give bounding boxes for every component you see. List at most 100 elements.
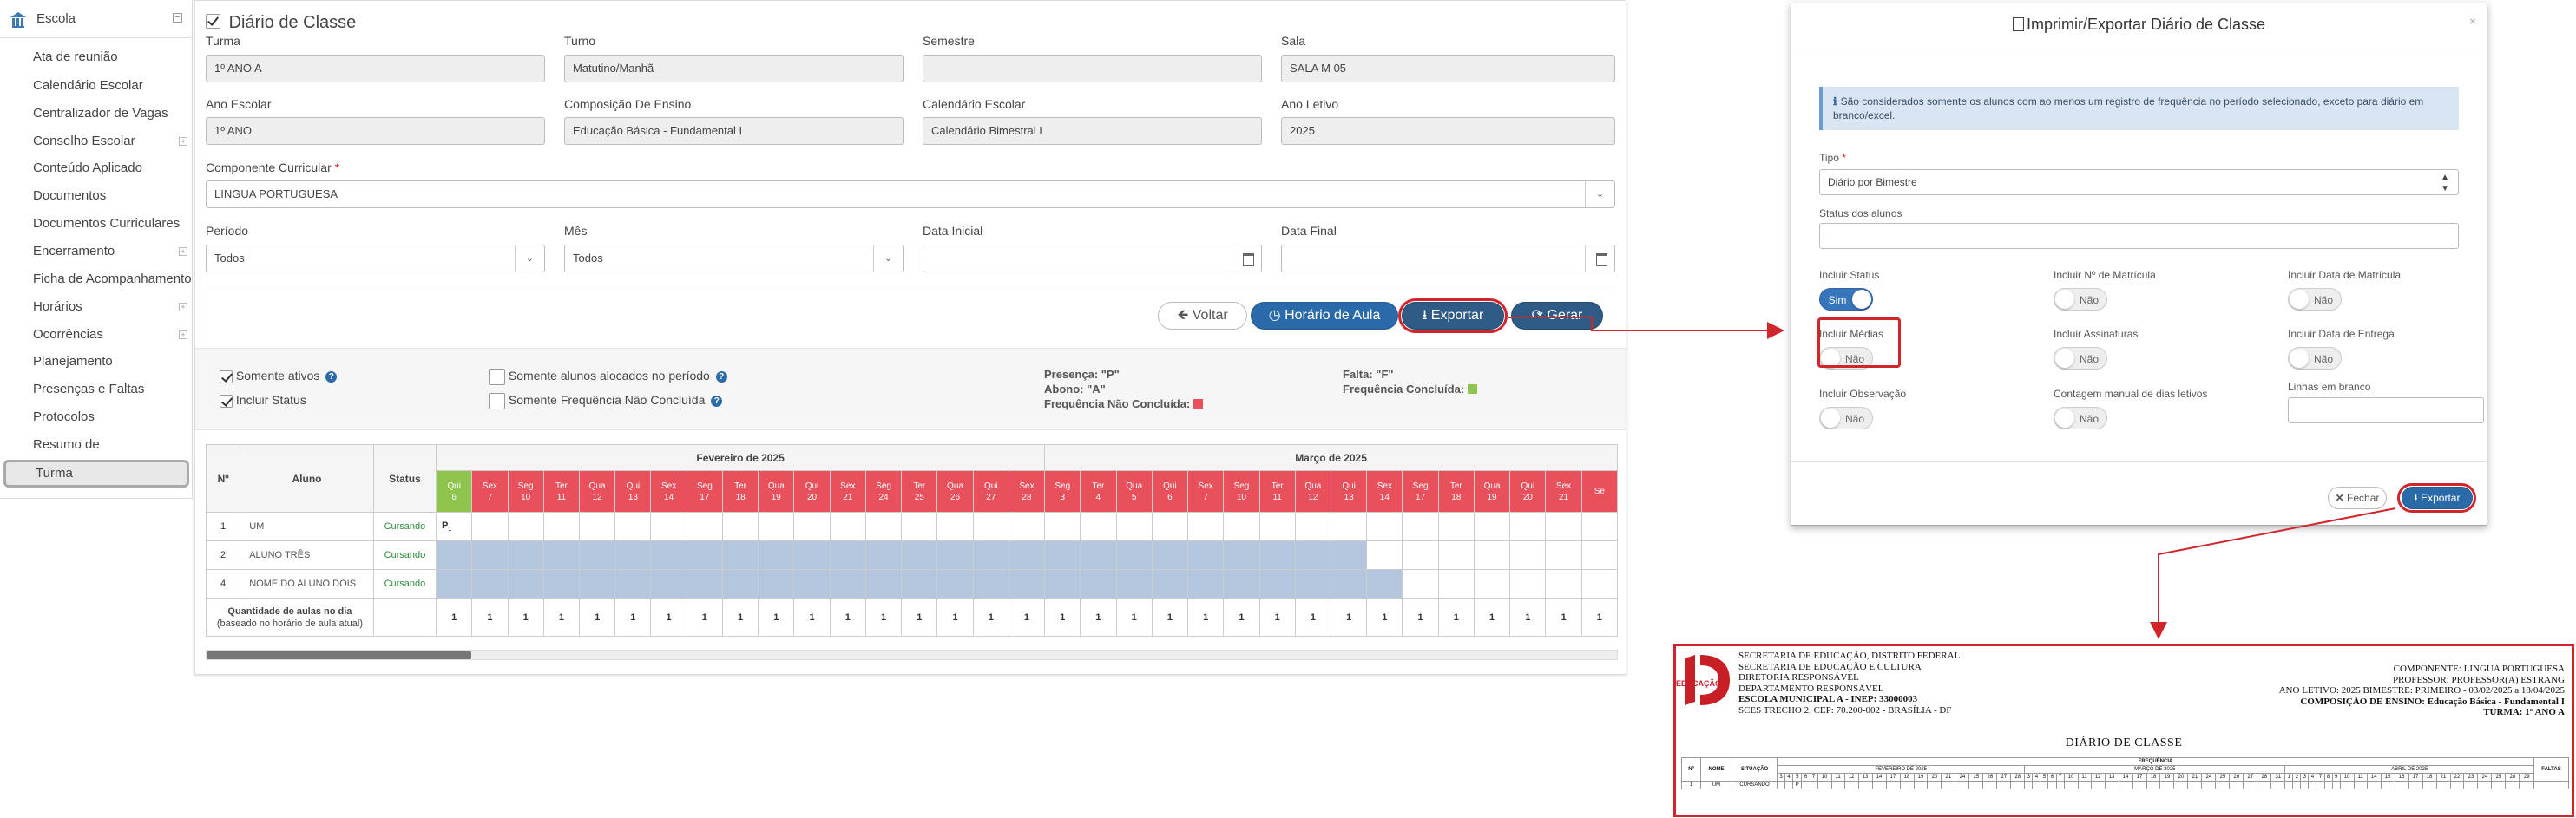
qtd-cell[interactable]: 1 xyxy=(1331,598,1368,637)
attendance-cell[interactable] xyxy=(1258,540,1296,570)
attendance-cell[interactable] xyxy=(1331,512,1368,541)
attendance-cell[interactable] xyxy=(936,569,974,599)
attendance-cell[interactable] xyxy=(1080,540,1117,570)
chevron-down-icon[interactable]: ⌄ xyxy=(1585,181,1614,207)
periodo-select[interactable]: Todos ⌄ xyxy=(206,245,545,272)
attendance-cell[interactable] xyxy=(507,540,544,570)
sidebar-item-planejamento[interactable]: Planejamento xyxy=(33,350,113,373)
qtd-cell[interactable]: 1 xyxy=(1294,598,1332,637)
qtd-cell[interactable]: 1 xyxy=(1115,598,1153,637)
day-header[interactable]: Sex 21 xyxy=(1545,470,1582,513)
calendario-field[interactable]: Calendário Bimestral I xyxy=(923,117,1262,145)
attendance-cell[interactable] xyxy=(1545,540,1582,570)
qtd-cell[interactable]: 1 xyxy=(901,598,938,637)
qtd-cell[interactable]: 1 xyxy=(972,598,1009,637)
somente-ativos-checkbox[interactable]: Somente ativos ? xyxy=(220,369,338,383)
attendance-cell[interactable] xyxy=(901,512,938,541)
close-icon[interactable]: × xyxy=(2469,14,2476,28)
day-header[interactable]: Sex 14 xyxy=(650,470,687,513)
qtd-cell[interactable]: 1 xyxy=(542,598,580,637)
attendance-cell[interactable] xyxy=(1080,512,1117,541)
attendance-cell[interactable] xyxy=(1115,569,1153,599)
attendance-cell[interactable] xyxy=(972,540,1009,570)
row-aluno[interactable]: NOME DO ALUNO DOIS xyxy=(240,569,374,599)
day-header[interactable]: Seg 17 xyxy=(686,470,724,513)
toggle-switch[interactable]: Não xyxy=(2288,288,2342,311)
qtd-cell[interactable]: 1 xyxy=(507,598,544,637)
tipo-select[interactable]: Diário por Bimestre ▲ ▼ xyxy=(1819,169,2459,195)
qtd-cell[interactable]: 1 xyxy=(1580,598,1618,637)
attendance-cell[interactable] xyxy=(542,512,580,541)
expand-plus-icon[interactable]: + xyxy=(179,137,187,146)
collapse-icon[interactable]: − xyxy=(173,13,182,23)
attendance-cell[interactable] xyxy=(1294,512,1332,541)
attendance-cell[interactable] xyxy=(436,569,473,599)
qtd-cell[interactable]: 1 xyxy=(936,598,974,637)
day-header[interactable]: Sex 14 xyxy=(1366,470,1403,513)
day-header[interactable]: Ter 18 xyxy=(721,470,759,513)
attendance-cell[interactable] xyxy=(1473,569,1511,599)
attendance-cell[interactable] xyxy=(1115,540,1153,570)
chevron-down-icon[interactable]: ⌄ xyxy=(873,245,903,272)
attendance-cell[interactable] xyxy=(507,569,544,599)
sala-field[interactable]: SALA M 05 xyxy=(1281,55,1615,82)
checkbox[interactable] xyxy=(489,393,505,409)
attendance-cell[interactable] xyxy=(686,540,724,570)
attendance-cell[interactable] xyxy=(793,540,831,570)
day-header[interactable]: Ter 4 xyxy=(1080,470,1117,513)
toggle-switch[interactable]: Sim xyxy=(1819,288,1873,311)
attendance-cell[interactable] xyxy=(614,540,652,570)
attendance-cell[interactable] xyxy=(1402,540,1439,570)
day-header[interactable]: Se xyxy=(1580,470,1618,513)
row-aluno[interactable]: ALUNO TRÊS xyxy=(240,540,374,570)
toggle-switch[interactable]: Não xyxy=(2054,407,2107,429)
attendance-cell[interactable] xyxy=(650,512,687,541)
day-header[interactable]: Qui 6 xyxy=(1151,470,1189,513)
attendance-cell[interactable] xyxy=(1580,569,1618,599)
checkbox[interactable] xyxy=(220,394,233,408)
sidebar-item-conte-do-aplicado[interactable]: Conteúdo Aplicado xyxy=(33,157,142,180)
attendance-cell[interactable] xyxy=(721,512,759,541)
attendance-cell[interactable] xyxy=(793,569,831,599)
voltar-button[interactable]: 🡸 Voltar xyxy=(1158,302,1247,330)
attendance-cell[interactable] xyxy=(1545,512,1582,541)
incluir-status-checkbox[interactable]: Incluir Status xyxy=(220,393,306,408)
qtd-cell[interactable]: 1 xyxy=(829,598,866,637)
day-header[interactable]: Qui 13 xyxy=(1331,470,1368,513)
calendar-icon[interactable] xyxy=(1585,245,1614,272)
ano-letivo-field[interactable]: 2025 xyxy=(1281,117,1615,145)
attendance-cell[interactable] xyxy=(758,540,795,570)
day-header[interactable]: Qua 12 xyxy=(1294,470,1332,513)
attendance-cell[interactable] xyxy=(793,512,831,541)
day-header[interactable]: Seg 3 xyxy=(1044,470,1081,513)
day-header[interactable]: Sex 21 xyxy=(829,470,866,513)
qtd-cell[interactable]: 1 xyxy=(1008,598,1046,637)
attendance-cell[interactable] xyxy=(578,569,616,599)
attendance-cell[interactable] xyxy=(1151,540,1189,570)
day-header[interactable]: Seg 17 xyxy=(1402,470,1439,513)
somente-alocados-checkbox[interactable]: Somente alunos alocados no período ? xyxy=(489,369,727,385)
attendance-cell[interactable] xyxy=(436,540,473,570)
qtd-cell[interactable]: 1 xyxy=(650,598,687,637)
qtd-cell[interactable]: 1 xyxy=(1187,598,1225,637)
day-header[interactable]: Seg 24 xyxy=(864,470,903,513)
attendance-cell[interactable] xyxy=(1473,512,1511,541)
sidebar-item-calend-rio-escolar[interactable]: Calendário Escolar xyxy=(33,75,143,97)
day-header[interactable]: Qui 27 xyxy=(972,470,1009,513)
attendance-cell[interactable] xyxy=(578,512,616,541)
attendance-cell[interactable] xyxy=(578,540,616,570)
scrollbar-thumb[interactable] xyxy=(207,651,471,659)
data-inicial-input[interactable] xyxy=(923,245,1262,272)
attendance-cell[interactable] xyxy=(864,540,903,570)
attendance-cell[interactable] xyxy=(936,540,974,570)
toggle-switch[interactable]: Não xyxy=(1819,407,1873,429)
attendance-cell[interactable] xyxy=(1509,512,1547,541)
attendance-cell[interactable] xyxy=(686,569,724,599)
attendance-cell[interactable] xyxy=(1187,569,1225,599)
attendance-cell[interactable] xyxy=(686,512,724,541)
attendance-cell[interactable] xyxy=(1008,540,1046,570)
attendance-cell[interactable] xyxy=(1187,540,1225,570)
qtd-cell[interactable]: 1 xyxy=(1080,598,1117,637)
attendance-cell[interactable] xyxy=(1331,569,1368,599)
day-header[interactable]: Qui 20 xyxy=(1509,470,1547,513)
